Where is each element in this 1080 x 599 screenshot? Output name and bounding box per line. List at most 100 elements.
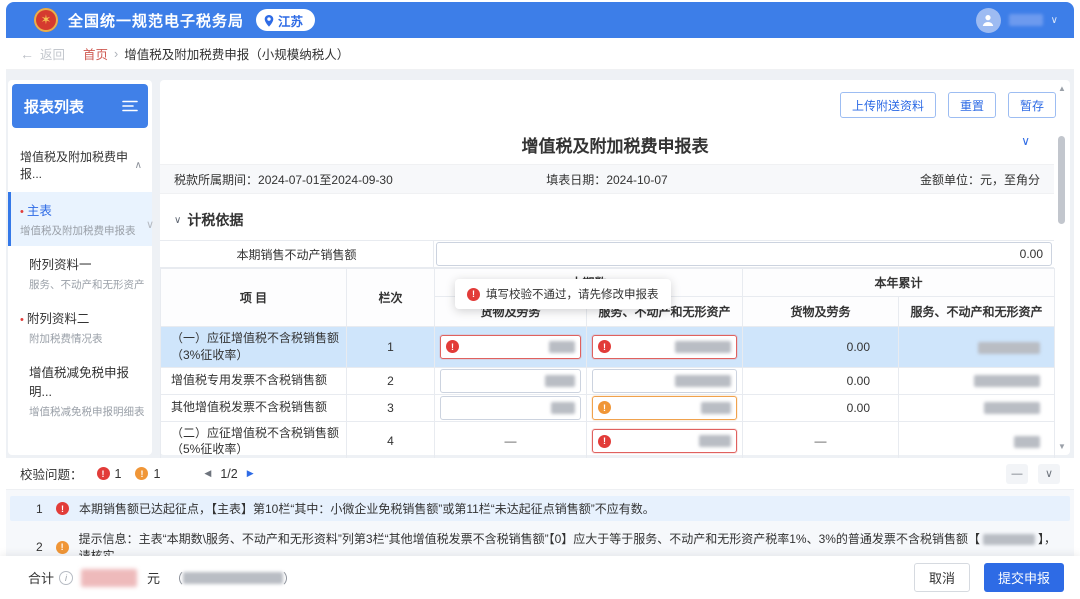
sidebar-header: 报表列表 xyxy=(12,84,148,128)
declaration-form-panel: 上传附送资料 重置 暂存 增值税及附加税费申报表 ∨ 税款所属期间：2024-0… xyxy=(160,80,1070,455)
sidebar-item-label: 主表 xyxy=(27,204,52,218)
section-chevron-down-icon: ∨ xyxy=(174,215,181,226)
minimize-panel-button[interactable]: — xyxy=(1006,464,1028,484)
cancel-button[interactable]: 取消 xyxy=(914,563,970,592)
total-label: 合计 xyxy=(28,568,54,587)
required-red-dot: • xyxy=(20,206,24,218)
warning-icon: ! xyxy=(598,401,611,414)
table-row: 增值税专用发票不含税销售额 2 0.00 xyxy=(161,367,1055,394)
save-draft-button[interactable]: 暂存 xyxy=(1008,92,1056,118)
row-index: 2 xyxy=(347,367,435,394)
form-meta-row: 税款所属期间：2024-07-01至2024-09-30 填表日期：2024-1… xyxy=(160,164,1054,194)
masked-value xyxy=(983,534,1035,545)
validation-label: 校验问题： xyxy=(20,464,83,483)
row-label: （二）应征增值税不含税销售额（5%征收率） xyxy=(161,421,347,462)
sidebar-item-appendix-1[interactable]: 附列资料一 服务、不动产和无形资产扣.. xyxy=(8,246,152,300)
col-header-item: 项 目 xyxy=(161,269,347,327)
warning-icon: ! xyxy=(135,467,148,480)
page-prev-icon[interactable]: ◀ xyxy=(204,468,211,479)
cur-goods-input[interactable] xyxy=(440,369,581,393)
masked-value xyxy=(699,435,731,447)
sidebar-item-subtitle: 增值税减免税申报明细表 xyxy=(20,404,144,419)
sidebar-collapse-chevron-icon[interactable]: ∨ xyxy=(146,218,154,231)
warning-icon: ! xyxy=(56,541,69,554)
validation-pager: ◀ 1/2 ▶ xyxy=(204,467,253,481)
upload-attachments-button[interactable]: 上传附送资料 xyxy=(840,92,936,118)
region-badge[interactable]: 江苏 xyxy=(256,9,315,31)
page-next-icon[interactable]: ▶ xyxy=(247,468,254,479)
top-header-bar: ✶ 全国统一规范电子税务局 江苏 ∨ xyxy=(6,2,1074,38)
sidebar-item-label: 附列资料一 xyxy=(20,254,144,273)
masked-value xyxy=(549,341,575,353)
col-header-services-ytd: 服务、不动产和无形资产 xyxy=(899,297,1055,327)
error-icon: ! xyxy=(97,467,110,480)
submit-declaration-button[interactable]: 提交申报 xyxy=(984,563,1064,592)
ytd-goods-value: 0.00 xyxy=(743,327,899,368)
cur-goods-dash: — xyxy=(435,421,587,462)
error-icon: ! xyxy=(446,340,459,353)
estate-sales-label: 本期销售不动产销售额 xyxy=(160,241,434,267)
info-icon[interactable]: i xyxy=(59,571,73,585)
report-list-sidebar: 报表列表 增值税及附加税费申报... ∧ •主表 增值税及附加税费申报表 附列资… xyxy=(8,80,152,455)
required-red-dot: • xyxy=(20,314,24,326)
cur-services-input[interactable]: ! xyxy=(592,429,737,453)
sidebar-item-subtitle: 附加税费情况表 xyxy=(20,331,144,346)
breadcrumb-current: 增值税及附加税费申报（小规模纳税人） xyxy=(124,44,349,63)
table-row: 其他增值税发票不含税销售额 3 ! 0.00 xyxy=(161,394,1055,421)
form-title: 增值税及附加税费申报表 xyxy=(160,132,1070,157)
sidebar-item-label: 附列资料二 xyxy=(27,312,90,326)
back-arrow-icon[interactable]: ← xyxy=(20,46,34,62)
error-icon: ! xyxy=(467,288,480,301)
sidebar-group-label: 增值税及附加税费申报... xyxy=(20,148,135,182)
sidebar-item-appendix-2[interactable]: •附列资料二 附加税费情况表 xyxy=(8,300,152,354)
validation-tooltip: ! 填写校验不通过，请先修改申报表 xyxy=(455,279,671,309)
breadcrumb-separator: › xyxy=(114,47,118,61)
cur-goods-input[interactable]: ! xyxy=(440,335,581,359)
fill-date: 填表日期：2024-10-07 xyxy=(160,171,1054,188)
breadcrumb-home-link[interactable]: 首页 xyxy=(83,44,108,63)
col-header-index: 栏次 xyxy=(347,269,435,327)
cur-services-input[interactable] xyxy=(592,369,737,393)
collapse-up-icon: ∧ xyxy=(135,160,142,171)
row-index: 1 xyxy=(347,327,435,368)
col-header-goods-ytd: 货物及劳务 xyxy=(743,297,899,327)
warning-count[interactable]: !1 xyxy=(135,467,160,481)
sidebar-item-subtitle: 服务、不动产和无形资产扣.. xyxy=(20,277,144,292)
currency-label: 元 xyxy=(147,568,160,587)
tooltip-text: 填写校验不通过，请先修改申报表 xyxy=(486,286,659,302)
sidebar-item-tax-reduction[interactable]: 增值税减免税申报明... 增值税减免税申报明细表 xyxy=(8,354,152,427)
paren-open: （ xyxy=(170,568,183,587)
validation-message[interactable]: 1 ! 本期销售额已达起征点，【主表】第10栏“其中：小微企业免税销售额”或第1… xyxy=(10,496,1070,521)
col-header-ytd: 本年累计 xyxy=(743,269,1055,297)
vertical-scrollbar[interactable]: ▲ ▼ xyxy=(1056,84,1068,451)
row-index: 3 xyxy=(347,394,435,421)
list-filter-icon[interactable] xyxy=(122,99,138,113)
sidebar-group-header[interactable]: 增值税及附加税费申报... ∧ xyxy=(8,132,152,192)
scroll-down-icon[interactable]: ▼ xyxy=(1056,442,1068,451)
user-avatar[interactable] xyxy=(976,8,1001,33)
form-collapse-chevron-icon[interactable]: ∨ xyxy=(1021,134,1030,148)
tax-table: 本期销售不动产销售额 0.00 项 目 栏次 本期数 本年累计 货物及劳务 服务… xyxy=(160,240,1054,462)
message-number: 2 xyxy=(36,540,46,554)
error-count[interactable]: !1 xyxy=(97,467,122,481)
cur-goods-input[interactable] xyxy=(440,396,581,420)
sidebar-item-main-form[interactable]: •主表 增值税及附加税费申报表 xyxy=(8,192,152,246)
region-label: 江苏 xyxy=(278,11,303,30)
scroll-up-icon[interactable]: ▲ xyxy=(1056,84,1068,93)
message-number: 1 xyxy=(36,502,46,516)
cur-services-input[interactable]: ! xyxy=(592,396,737,420)
location-pin-icon xyxy=(264,15,274,25)
section-tax-basis[interactable]: ∨ 计税依据 xyxy=(174,210,243,230)
estate-sales-input[interactable]: 0.00 xyxy=(436,242,1052,266)
cur-services-input[interactable]: ! xyxy=(592,335,737,359)
user-name-masked xyxy=(1009,14,1043,26)
user-menu-chevron-down-icon[interactable]: ∨ xyxy=(1051,15,1058,26)
row-label: 增值税专用发票不含税销售额 xyxy=(161,367,347,394)
scrollbar-thumb[interactable] xyxy=(1058,136,1065,224)
collapse-panel-button[interactable]: ∨ xyxy=(1038,464,1060,484)
table-row: （一）应征增值税不含税销售额（3%征收率） 1 ! ! 0.00 xyxy=(161,327,1055,368)
error-icon: ! xyxy=(56,502,69,515)
reset-button[interactable]: 重置 xyxy=(948,92,996,118)
validation-message-list: 1 ! 本期销售额已达起征点，【主表】第10栏“其中：小微企业免税销售额”或第1… xyxy=(6,490,1074,556)
back-button[interactable]: 返回 xyxy=(40,44,65,63)
